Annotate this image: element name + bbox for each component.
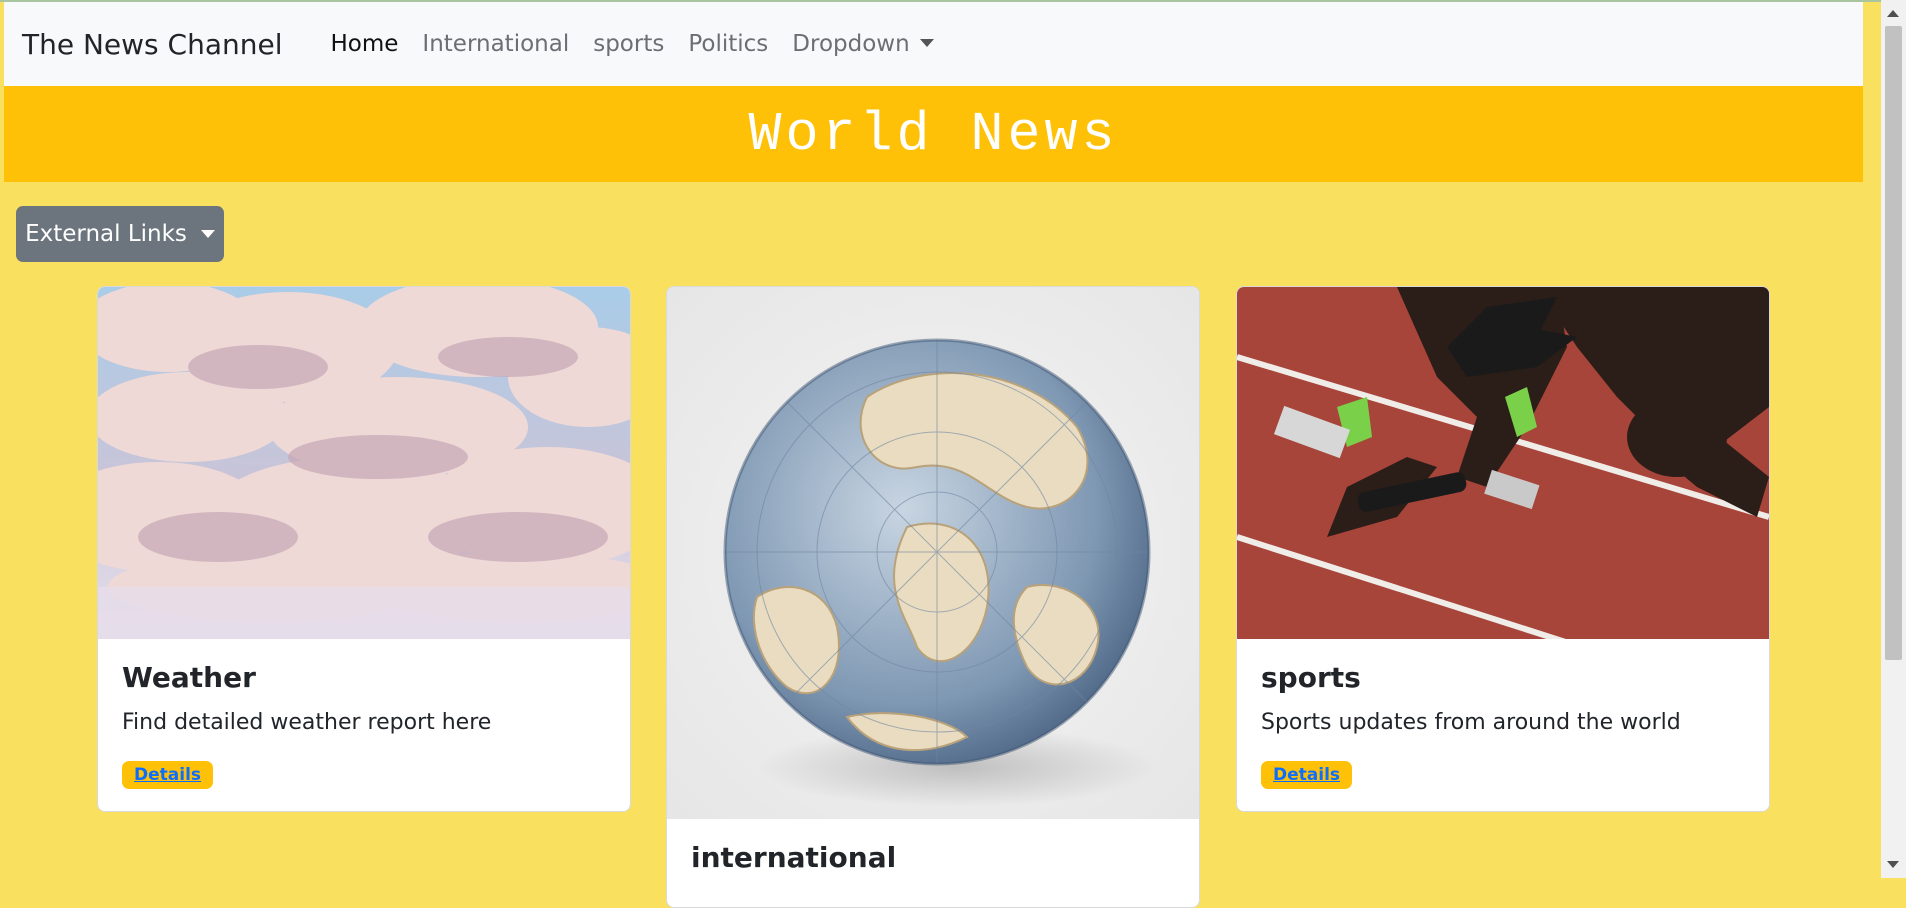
- card-title: Weather: [122, 661, 256, 694]
- caret-down-icon: [919, 39, 934, 47]
- nav-link-home[interactable]: Home: [331, 31, 399, 57]
- nav-link-sports[interactable]: sports: [593, 31, 664, 57]
- scrollbar-thumb[interactable]: [1885, 26, 1902, 660]
- details-button[interactable]: Details: [122, 761, 214, 789]
- nav-link-international[interactable]: International: [422, 31, 569, 57]
- nav-dropdown-label: Dropdown: [792, 31, 910, 57]
- runner-track-image: [1237, 287, 1769, 639]
- caret-down-icon: [200, 230, 215, 238]
- clouds-sky-image: [98, 287, 630, 639]
- navbar: The News Channel Home International spor…: [4, 2, 1863, 86]
- card-international: international: [666, 286, 1200, 908]
- globe-image: [667, 287, 1199, 819]
- banner-title: World News: [748, 102, 1119, 166]
- card-title: international: [691, 841, 897, 874]
- hero-banner: World News: [4, 86, 1863, 182]
- nav-link-politics[interactable]: Politics: [688, 31, 768, 57]
- card-text: Sports updates from around the world: [1261, 710, 1681, 735]
- card-sports: sports Sports updates from around the wo…: [1236, 286, 1770, 812]
- card-weather: Weather Find detailed weather report her…: [97, 286, 631, 812]
- scroll-down-arrow-icon[interactable]: [1887, 861, 1899, 868]
- external-links-label: External Links: [25, 221, 187, 247]
- card-title: sports: [1261, 661, 1361, 694]
- details-button[interactable]: Details: [1261, 761, 1353, 789]
- external-links-dropdown-button[interactable]: External Links: [16, 206, 224, 262]
- vertical-scrollbar[interactable]: [1881, 0, 1906, 878]
- nav-dropdown-toggle[interactable]: Dropdown: [792, 31, 934, 57]
- scroll-up-arrow-icon[interactable]: [1887, 10, 1899, 17]
- card-text: Find detailed weather report here: [122, 710, 492, 735]
- navbar-brand[interactable]: The News Channel: [22, 28, 283, 61]
